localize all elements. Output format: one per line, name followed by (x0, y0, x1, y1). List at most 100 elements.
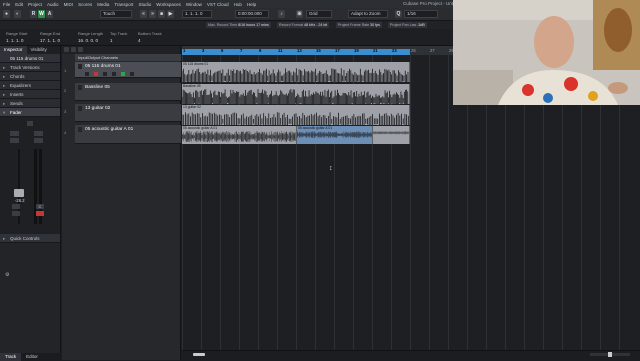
stop-button[interactable]: ■ (158, 10, 165, 18)
menu-item-help[interactable]: Help (247, 2, 256, 7)
section-inserts[interactable]: Inserts (0, 90, 60, 99)
ruler-tick-label: 13 (297, 48, 302, 53)
tab-inspector[interactable]: Inspector (0, 46, 27, 54)
time-display[interactable]: 0:00:00.000 (235, 10, 269, 18)
menu-item-studio[interactable]: Studio (138, 2, 151, 7)
expand-icon[interactable] (78, 127, 82, 132)
expand-icon[interactable] (78, 85, 82, 90)
ruler-tick-label: 5 (221, 48, 224, 53)
section-quick-controls[interactable]: Quick Controls (0, 234, 60, 243)
record-toggle[interactable] (94, 72, 98, 76)
record-enable-button[interactable] (36, 211, 44, 216)
menu-item-vst-cloud[interactable]: VST Cloud (207, 2, 229, 7)
quantize-select[interactable]: 1/16 (404, 10, 438, 18)
edit-toggle[interactable] (130, 72, 134, 76)
audio-event-guitar[interactable]: 13 guitar 02 (182, 105, 410, 125)
audio-event-acoustic[interactable]: 05 acoustic guitar A 01 (182, 126, 297, 144)
section-track-versions[interactable]: Track Versions (0, 63, 60, 72)
tab-visibility[interactable]: Visibility (27, 46, 51, 54)
section-equalizers[interactable]: Equalizers (0, 81, 60, 90)
constrain-delay-button[interactable]: ◐ (14, 10, 21, 18)
automation-mode-select[interactable]: Touch (100, 10, 132, 18)
grid-type-select[interactable]: Grid (306, 10, 332, 18)
track-name[interactable]: 05 acoustic guitar A 01 (85, 127, 133, 132)
track-row[interactable]: 13 guitar 02 (75, 104, 181, 122)
edit-button[interactable] (12, 211, 20, 216)
audio-event-acoustic-end[interactable] (373, 126, 410, 144)
expand-icon[interactable] (78, 106, 82, 111)
track-row[interactable]: 05 115 drums 01 (75, 62, 181, 78)
zoom-knob[interactable] (608, 352, 612, 357)
ruler-tick-label: 23 (392, 48, 397, 53)
auto-button[interactable]: A (46, 10, 53, 18)
menu-item-file[interactable]: File (3, 2, 10, 7)
bottom-track[interactable]: Bottom Track 4 (138, 31, 162, 43)
write-automation-button[interactable]: W (38, 10, 45, 18)
solo-button[interactable] (34, 131, 43, 136)
menu-item-audio[interactable]: Audio (47, 2, 59, 7)
waveform (297, 131, 372, 139)
menu-item-edit[interactable]: Edit (15, 2, 23, 7)
play-button[interactable]: ▶ (167, 10, 174, 18)
event-label: 05 acoustic guitar A 01 (298, 126, 333, 130)
menu-item-hub[interactable]: Hub (234, 2, 242, 7)
inspector-track-name[interactable]: 05 115 drums 01 (0, 54, 60, 63)
read-button[interactable] (10, 138, 19, 143)
range-length[interactable]: Range Length 16. 0. 0. 0 (78, 31, 103, 43)
menu-item-workspaces[interactable]: Workspaces (156, 2, 181, 7)
event-label: 05 115 drums 01 (183, 62, 209, 66)
forward-button[interactable]: » (149, 10, 156, 18)
track-name[interactable]: 05 115 drums 01 (85, 64, 121, 69)
section-fader[interactable]: Fader (0, 108, 60, 117)
scroll-thumb[interactable] (193, 353, 205, 356)
menu-item-media[interactable]: Media (97, 2, 109, 7)
position-display[interactable]: 1. 1. 1. 0 (182, 10, 212, 18)
menu-item-project[interactable]: Project (28, 2, 42, 7)
quantize-icon[interactable]: Q (395, 10, 402, 18)
add-track-icon[interactable] (64, 47, 69, 52)
ruler-tick-label: 3 (202, 48, 205, 53)
activate-project-button[interactable]: ● (3, 10, 10, 18)
snap-icon[interactable]: ⊞ (296, 10, 303, 18)
monitor-button[interactable] (12, 204, 20, 209)
track-number: 1 (64, 68, 67, 73)
top-track[interactable]: Top Track 1 (110, 31, 127, 43)
rewind-button[interactable]: « (140, 10, 147, 18)
audio-event-bass[interactable]: Bassline 05 (182, 84, 410, 104)
event-label: 13 guitar 02 (183, 105, 201, 109)
volume-fader-handle[interactable] (14, 189, 24, 197)
menu-item-midi[interactable]: MIDI (64, 2, 74, 7)
audio-event-drums[interactable]: 05 115 drums 01 (182, 62, 410, 82)
ruler-tick-label: 7 (240, 48, 243, 53)
menu-item-transport[interactable]: Transport (114, 2, 133, 7)
write-toggle[interactable] (121, 72, 125, 76)
menu-item-window[interactable]: Window (186, 2, 202, 7)
track-name[interactable]: Bassline 05 (85, 85, 110, 90)
settings-icon[interactable]: ⚙ (5, 272, 9, 278)
section-chords[interactable]: Chords (0, 72, 60, 81)
track-row[interactable]: Bassline 05 (75, 83, 181, 101)
read-toggle[interactable] (112, 72, 116, 76)
range-start[interactable]: Range Start 1. 1. 1. 0 (6, 31, 27, 43)
metronome-icon[interactable]: ♪ (278, 10, 285, 18)
snap-mode-select[interactable]: Adapt to Zoom (348, 10, 388, 18)
menu-item-scores[interactable]: Scores (78, 2, 92, 7)
range-end[interactable]: Range End 17. 1. 1. 0 (40, 31, 60, 43)
horizontal-scrollbar[interactable] (182, 350, 640, 360)
track-row[interactable]: 05 acoustic guitar A 01 (75, 125, 181, 144)
track-name[interactable]: 13 guitar 02 (85, 106, 110, 111)
monitor-toggle[interactable] (103, 72, 107, 76)
volume-readout: -26.2 (15, 198, 25, 203)
section-sends[interactable]: Sends (0, 99, 60, 108)
read-automation-button[interactable]: R (30, 10, 37, 18)
search-icon[interactable] (78, 47, 83, 52)
pan-knob[interactable] (27, 121, 33, 126)
audio-event-acoustic-selected[interactable]: 05 acoustic guitar A 01 (297, 126, 373, 144)
mute-button[interactable] (10, 131, 19, 136)
folder-track-io[interactable]: Input/Output Channels (75, 54, 181, 61)
write-button[interactable] (34, 138, 43, 143)
ruler-tick-label: 17 (335, 48, 340, 53)
mute-toggle[interactable] (85, 72, 89, 76)
filter-icon[interactable] (71, 47, 76, 52)
expand-icon[interactable] (78, 64, 82, 69)
